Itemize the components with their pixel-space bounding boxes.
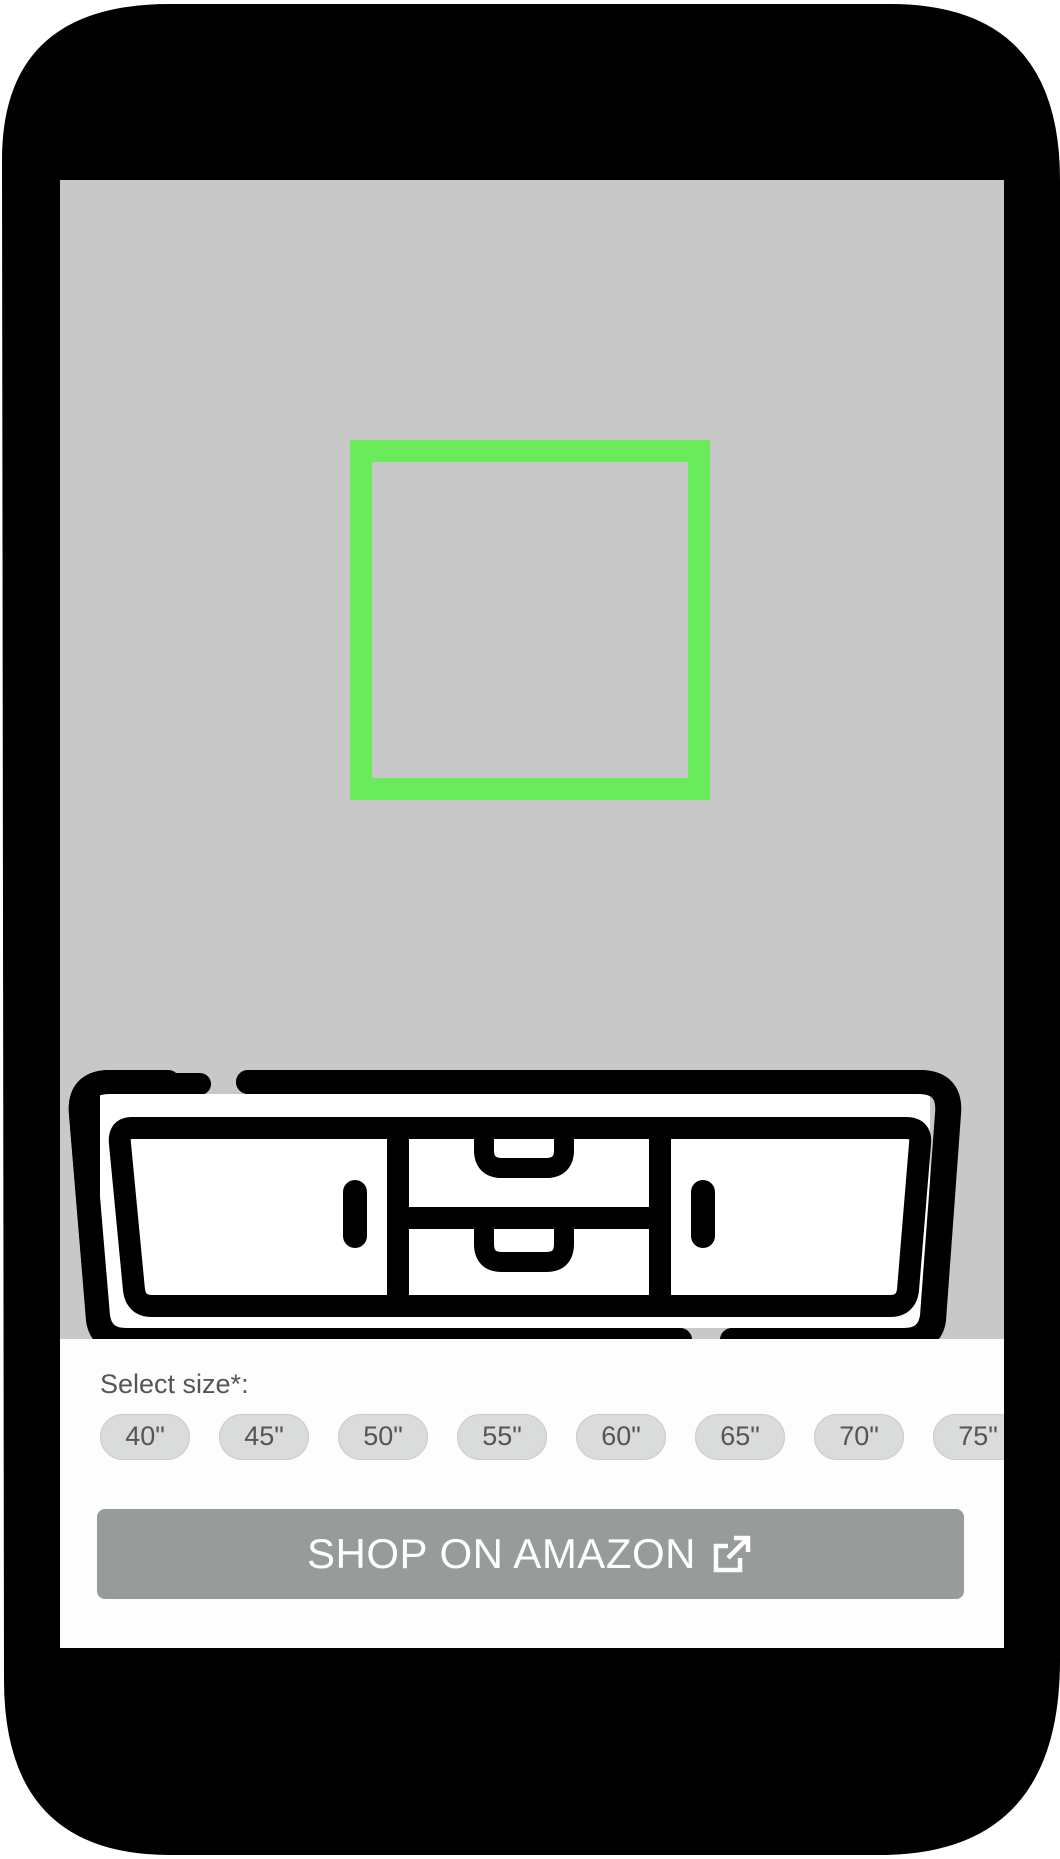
size-chip-40[interactable]: 40" bbox=[100, 1414, 190, 1460]
hand-pointer-icon bbox=[750, 1425, 1010, 1625]
size-chip-50[interactable]: 50" bbox=[338, 1414, 428, 1460]
size-chip-60[interactable]: 60" bbox=[576, 1414, 666, 1460]
tv-stand-icon bbox=[68, 1070, 962, 1350]
size-chip-45[interactable]: 45" bbox=[219, 1414, 309, 1460]
size-label: Select size*: bbox=[100, 1369, 249, 1399]
size-chip-55[interactable]: 55" bbox=[457, 1414, 547, 1460]
external-link-icon bbox=[713, 1535, 751, 1573]
shop-button-label: SHOP ON AMAZON bbox=[307, 1530, 696, 1577]
placement-frame-icon bbox=[350, 440, 710, 800]
